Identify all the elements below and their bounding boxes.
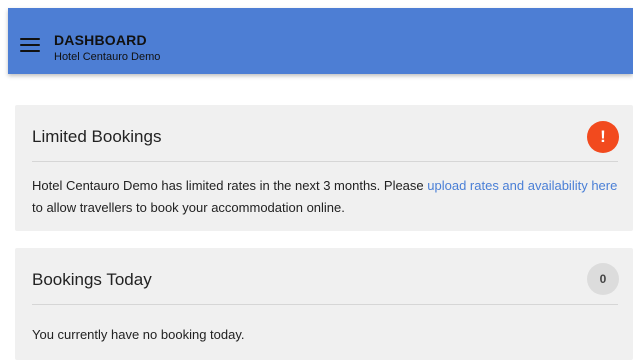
alert-badge: !: [587, 121, 619, 153]
bookings-today-card: Bookings Today 0 You currently have no b…: [15, 248, 633, 360]
hotel-name-subtitle: Hotel Centauro Demo: [54, 51, 161, 63]
card-message: You currently have no booking today.: [32, 327, 245, 342]
message-suffix: to allow travellers to book your accommo…: [32, 200, 345, 215]
card-message: Hotel Centauro Demo has limited rates in…: [32, 175, 618, 219]
bookings-count-badge: 0: [587, 263, 619, 295]
divider: [32, 304, 618, 305]
limited-bookings-card: Limited Bookings ! Hotel Centauro Demo h…: [15, 105, 633, 231]
card-title: Bookings Today: [32, 270, 152, 289]
app-header: DASHBOARD Hotel Centauro Demo: [8, 8, 633, 74]
page-title: DASHBOARD: [54, 32, 147, 48]
card-title: Limited Bookings: [32, 127, 162, 146]
upload-rates-link[interactable]: upload rates and availability here: [427, 178, 617, 193]
message-prefix: Hotel Centauro Demo has limited rates in…: [32, 178, 428, 193]
hamburger-menu-icon[interactable]: [20, 38, 40, 52]
divider: [32, 161, 618, 162]
